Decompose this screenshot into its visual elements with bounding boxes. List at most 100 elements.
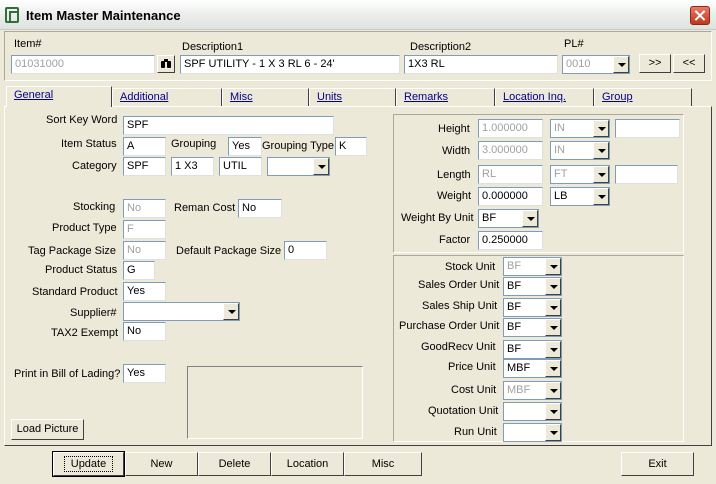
new-button[interactable]: New [125, 452, 198, 476]
run-unit-select[interactable] [503, 423, 562, 442]
stocking-label: Stocking [73, 201, 116, 213]
stock-unit-label: Stock Unit [445, 261, 496, 273]
tab-additional[interactable]: Additional [112, 88, 222, 106]
app-icon [5, 7, 19, 23]
length-unit-select[interactable]: FT [550, 165, 610, 184]
quotation-unit-select[interactable] [503, 402, 562, 421]
product-status-field[interactable]: G [123, 261, 155, 280]
default-package-size-field[interactable]: 0 [284, 241, 327, 260]
previous-record-button[interactable]: << [673, 54, 705, 73]
tax2-exempt-field[interactable]: No [123, 322, 166, 341]
sales-ship-unit-label: Sales Ship Unit [422, 300, 498, 312]
item-status-field[interactable]: A [123, 137, 166, 156]
chevron-down-icon[interactable] [545, 403, 561, 420]
chevron-down-icon[interactable] [593, 120, 609, 137]
tab-general[interactable]: General [6, 86, 112, 107]
width-field[interactable]: 3.000000 [478, 141, 543, 160]
tab-misc[interactable]: Misc [222, 88, 309, 106]
pl-select[interactable]: 0010 [562, 55, 630, 74]
tax2-exempt-label: TAX2 Exempt [51, 327, 119, 339]
exit-button[interactable]: Exit [621, 452, 694, 476]
print-bol-field[interactable]: Yes [123, 364, 166, 383]
description1-field[interactable]: SPF UTILITY - 1 X 3 RL 6 - 24' [180, 55, 400, 74]
tab-group[interactable]: Group [594, 88, 692, 106]
grouping-field[interactable]: Yes [228, 137, 262, 156]
search-binoculars-icon[interactable] [157, 55, 175, 73]
length-field[interactable]: RL [478, 165, 543, 184]
category-field-1[interactable]: SPF [123, 157, 166, 176]
chevron-down-icon[interactable] [545, 360, 561, 377]
category-field-2[interactable]: 1 X3 [171, 157, 214, 176]
chevron-down-icon[interactable] [313, 158, 329, 175]
weight-by-unit-label: Weight By Unit [401, 212, 474, 224]
grouping-type-field[interactable]: K [335, 137, 367, 156]
chevron-down-icon[interactable] [545, 258, 561, 275]
product-status-label: Product Status [45, 264, 118, 276]
chevron-down-icon[interactable] [545, 278, 561, 295]
misc-button[interactable]: Misc [344, 452, 422, 476]
load-picture-button[interactable]: Load Picture [11, 419, 84, 440]
height-unit-select[interactable]: IN [550, 119, 610, 138]
chevron-down-icon[interactable] [545, 341, 561, 358]
stocking-field[interactable]: No [123, 199, 166, 218]
chevron-down-icon[interactable] [545, 382, 561, 399]
chevron-down-icon[interactable] [593, 142, 609, 159]
delete-button[interactable]: Delete [198, 452, 271, 476]
update-button[interactable]: Update [52, 451, 125, 477]
weight-field[interactable]: 0.000000 [478, 187, 543, 206]
sales-order-unit-select[interactable]: BF [503, 277, 562, 296]
item-number-field[interactable]: 01031000 [11, 55, 155, 74]
cost-unit-select[interactable]: MBF [503, 381, 562, 400]
sort-key-field[interactable]: SPF [123, 116, 334, 135]
length-label: Length [437, 169, 471, 181]
chevron-down-icon[interactable] [613, 56, 629, 73]
height-label: Height [438, 123, 470, 135]
standard-product-field[interactable]: Yes [123, 282, 166, 301]
tab-units[interactable]: Units [309, 88, 396, 106]
height-field[interactable]: 1.000000 [478, 119, 543, 138]
weight-unit-value: LB [554, 190, 568, 202]
height-extra-field[interactable] [615, 119, 680, 138]
goodrecv-unit-select[interactable]: BF [503, 340, 562, 359]
product-type-label: Product Type [52, 222, 117, 234]
next-record-button[interactable]: >> [639, 54, 671, 73]
close-button[interactable] [690, 6, 710, 25]
factor-field[interactable]: 0.250000 [478, 231, 543, 250]
purchase-order-unit-select[interactable]: BF [503, 318, 562, 337]
sales-order-unit-value: BF [507, 280, 522, 292]
update-button-label: Update [63, 456, 114, 472]
weight-unit-select[interactable]: LB [550, 187, 610, 206]
tag-package-size-field[interactable]: No [123, 241, 166, 260]
tab-location-inq[interactable]: Location Inq. [495, 88, 594, 106]
run-unit-label: Run Unit [454, 426, 497, 438]
chevron-down-icon[interactable] [223, 303, 239, 320]
chevron-down-icon[interactable] [593, 166, 609, 183]
default-package-size-label: Default Package Size [176, 245, 282, 257]
window-title: Item Master Maintenance [26, 8, 181, 23]
chevron-down-icon[interactable] [545, 299, 561, 316]
price-unit-select[interactable]: MBF [503, 359, 562, 378]
length-extra-field[interactable] [615, 165, 678, 184]
grouping-label: Grouping [171, 138, 217, 150]
reman-cost-label: Reman Cost [174, 202, 236, 214]
chevron-down-icon[interactable] [593, 188, 609, 205]
reman-cost-field[interactable]: No [238, 199, 282, 218]
width-unit-select[interactable]: IN [550, 141, 610, 160]
tab-remarks[interactable]: Remarks [396, 88, 495, 106]
category-label: Category [72, 160, 117, 172]
tab-bar: General Additional Misc Units Remarks Lo… [6, 86, 710, 107]
chevron-down-icon[interactable] [545, 424, 561, 441]
stock-unit-select[interactable]: BF [503, 257, 562, 276]
cost-unit-label: Cost Unit [451, 384, 497, 396]
weight-by-unit-select[interactable]: BF [478, 209, 539, 228]
chevron-down-icon[interactable] [545, 319, 561, 336]
location-button[interactable]: Location [271, 452, 344, 476]
category-select[interactable] [267, 157, 330, 176]
chevron-down-icon[interactable] [522, 210, 538, 227]
length-unit-value: FT [554, 168, 568, 180]
sales-ship-unit-select[interactable]: BF [503, 298, 562, 317]
description2-field[interactable]: 1X3 RL [404, 55, 558, 74]
category-field-3[interactable]: UTIL [219, 157, 262, 176]
product-type-field[interactable]: F [123, 220, 166, 239]
supplier-select[interactable] [123, 302, 240, 321]
